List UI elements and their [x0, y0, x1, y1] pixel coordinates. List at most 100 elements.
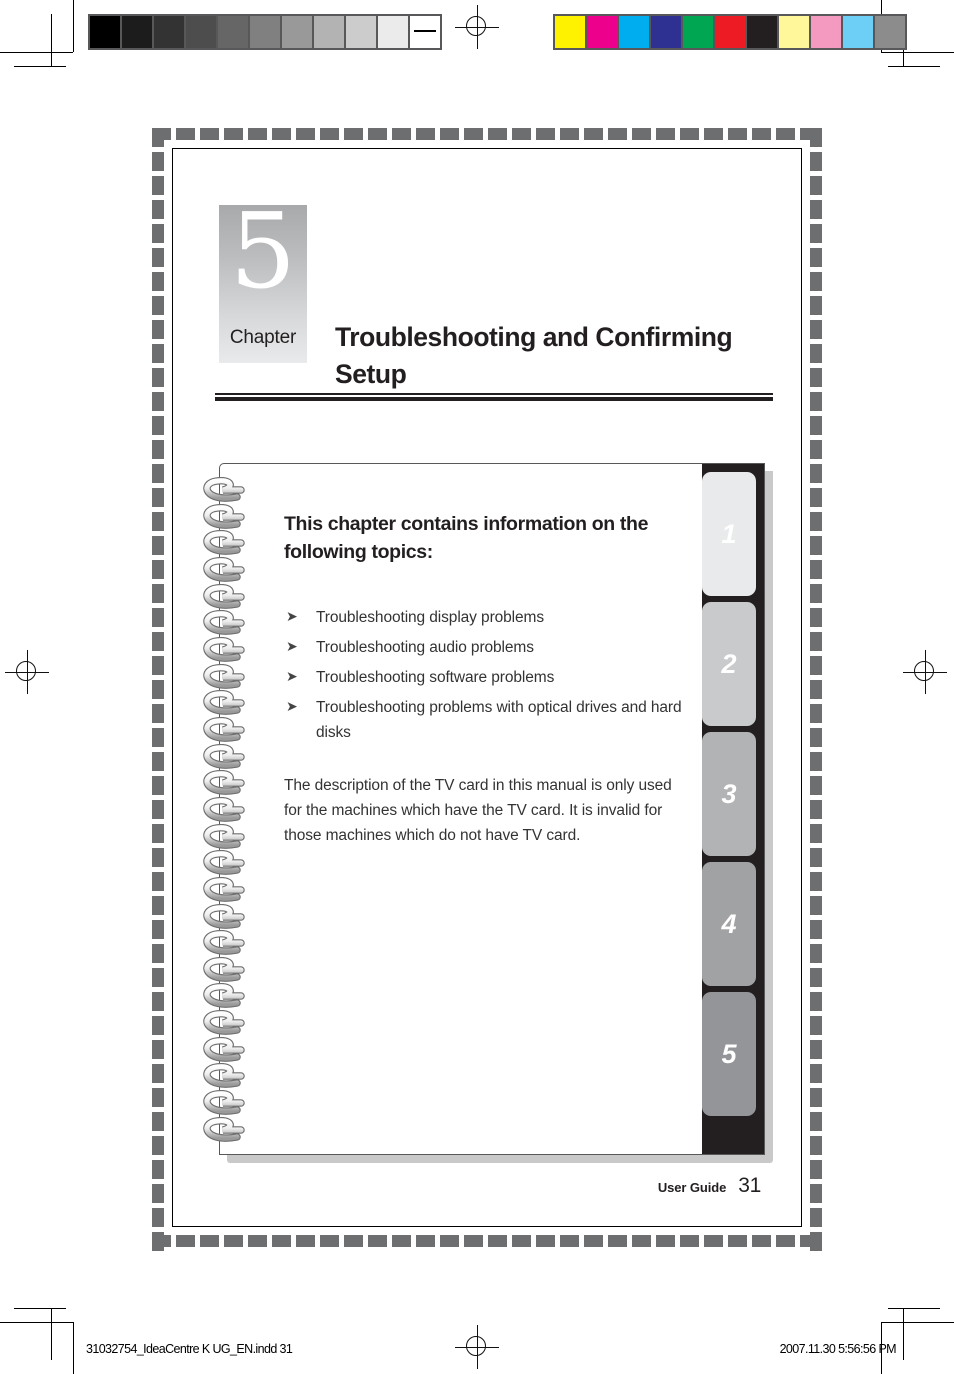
bleed-dash [810, 440, 822, 459]
bleed-dash [608, 1235, 627, 1247]
bleed-dash [152, 176, 164, 195]
page-number: 31 [738, 1174, 761, 1197]
bleed-dash [536, 1235, 555, 1247]
bleed-dash [344, 128, 363, 140]
chapter-tab-5[interactable]: 5 [702, 992, 756, 1116]
bleed-dash [152, 920, 164, 939]
bleed-dash [152, 1088, 164, 1107]
crop-mark-bottom-left-inner-vertical [51, 1308, 52, 1360]
bleed-dash [320, 128, 339, 140]
chapter-tab-4[interactable]: 4 [702, 862, 756, 986]
bleed-dashes-bottom [152, 1235, 819, 1247]
bleed-dash [152, 992, 164, 1011]
color-swatch-3 [651, 16, 681, 48]
topic-list: ➤ Troubleshooting display problems ➤ Troubl… [284, 605, 690, 746]
chapter-tab-number: 4 [721, 908, 737, 939]
chapter-tab-strip: 1 2 3 4 5 [702, 464, 764, 1154]
bleed-dash [632, 1235, 651, 1247]
arrow-bullet-icon: ➤ [286, 697, 298, 714]
bleed-dash [152, 416, 164, 435]
topic-list-item: ➤ Troubleshooting problems with optical d… [284, 695, 690, 745]
bleed-dash [704, 1235, 723, 1247]
bleed-dash [810, 752, 822, 771]
bleed-dash [584, 1235, 603, 1247]
page-bleed-area: 5 Chapter Troubleshooting and Confirming… [152, 128, 822, 1251]
registration-ring-icon [466, 1336, 486, 1356]
bleed-dash [810, 944, 822, 963]
bleed-dash [810, 512, 822, 531]
bleed-dash [776, 128, 795, 140]
chapter-tab-1[interactable]: 1 [702, 472, 756, 596]
bleed-dash [152, 1016, 164, 1035]
bleed-dash [152, 1064, 164, 1083]
bleed-dash [752, 1235, 771, 1247]
bleed-dash [416, 1235, 435, 1247]
bleed-dash [560, 128, 579, 140]
bleed-dash [608, 128, 627, 140]
gray-swatch-1 [122, 16, 152, 48]
bleed-dash [368, 128, 387, 140]
bleed-dash [296, 128, 315, 140]
bleed-dash [200, 128, 219, 140]
chapter-tab-2[interactable]: 2 [702, 602, 756, 726]
arrow-bullet-icon: ➤ [286, 637, 298, 654]
crop-mark-bottom-right-horizontal [881, 1322, 954, 1323]
card-content: This chapter contains information on the… [284, 510, 690, 848]
color-swatch-7 [779, 16, 809, 48]
topic-label: Troubleshooting display problems [316, 608, 544, 626]
bleed-dash [680, 1235, 699, 1247]
bleed-dash [176, 1235, 195, 1247]
footer-label: User Guide [657, 1180, 727, 1195]
bleed-dash [810, 296, 822, 315]
bleed-dash [810, 176, 822, 195]
grayscale-step-wedge [88, 14, 442, 50]
bleed-dash [272, 128, 291, 140]
chapter-tab-number: 5 [721, 1038, 737, 1069]
bleed-dash [810, 776, 822, 795]
crop-mark-bottom-right-inner-vertical [903, 1308, 904, 1360]
bleed-dash [810, 1016, 822, 1035]
color-swatch-5 [715, 16, 745, 48]
bleed-dash [810, 200, 822, 219]
bleed-dash [296, 1235, 315, 1247]
bleed-dash [810, 248, 822, 267]
page-footer: User Guide 31 [658, 1174, 761, 1198]
crop-mark-bottom-right-inner-horizontal [888, 1308, 940, 1309]
bleed-dash [440, 128, 459, 140]
card-heading: This chapter contains information on the… [284, 513, 649, 564]
bleed-dash [152, 1208, 164, 1227]
bleed-dash [512, 128, 531, 140]
bleed-dash [680, 128, 699, 140]
bleed-dash [152, 1232, 164, 1251]
gray-swatch-6 [282, 16, 312, 48]
chapter-overview-card: 1 2 3 4 5 This chapter contains information … [203, 463, 773, 1163]
chapter-tab-number: 3 [721, 778, 737, 809]
bleed-dash [632, 128, 651, 140]
crop-mark-top-left-inner-horizontal [14, 66, 66, 67]
topic-list-item: ➤ Troubleshooting audio problems [284, 635, 690, 660]
crop-mark-bottom-left-horizontal [0, 1322, 73, 1323]
bleed-dash [810, 800, 822, 819]
slug-filename: 31032754_IdeaCentre K UG_EN.indd 31 [86, 1342, 293, 1356]
bleed-dash [152, 248, 164, 267]
bleed-dash [810, 1040, 822, 1059]
bleed-dash [176, 128, 195, 140]
bleed-dash [320, 1235, 339, 1247]
bleed-dash [810, 392, 822, 411]
bleed-dashes-right [810, 128, 822, 1251]
page-title: Troubleshooting and Confirming Setup [335, 321, 733, 390]
gray-swatch-3 [186, 16, 216, 48]
bleed-dash [152, 512, 164, 531]
tv-card-note: The description of the TV card in this m… [284, 777, 672, 845]
chapter-tab-3[interactable]: 3 [702, 732, 756, 856]
bleed-dash [152, 944, 164, 963]
registration-mark-bottom [455, 1325, 499, 1369]
topic-list-item: ➤ Troubleshooting software problems [284, 665, 690, 690]
card-surface: 1 2 3 4 5 This chapter contains information … [219, 463, 765, 1155]
arrow-bullet-icon: ➤ [286, 607, 298, 624]
bleed-dash [810, 368, 822, 387]
bleed-dash [584, 128, 603, 140]
gray-swatch-5 [250, 16, 280, 48]
bleed-dash [200, 1235, 219, 1247]
bleed-dash [152, 464, 164, 483]
